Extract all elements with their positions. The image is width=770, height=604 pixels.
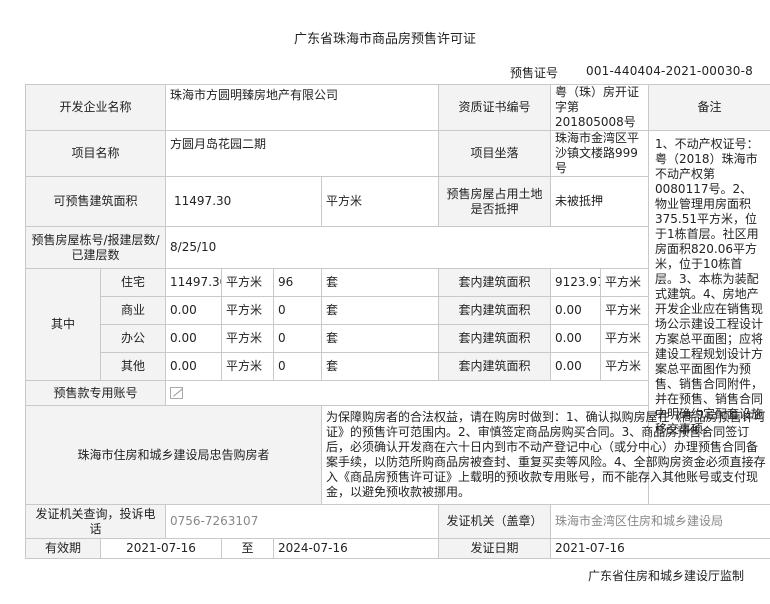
qualification-label: 资质证书编号 [438, 84, 552, 131]
inner-area-label: 套内建筑面积 [438, 352, 552, 381]
inner-area-unit: 平方米 [600, 324, 650, 353]
location-value: 珠海市金湾区平沙镇文楼路999号 [550, 130, 650, 177]
building-value: 8/25/10 [165, 226, 650, 269]
inner-area-unit: 平方米 [600, 296, 650, 325]
area-value: 11497.30 [165, 176, 323, 227]
inner-area-label: 套内建筑面积 [438, 324, 552, 353]
mortgage-value: 未被抵押 [550, 176, 650, 227]
type-area-unit: 平方米 [221, 352, 275, 381]
type-area-unit: 平方米 [221, 268, 275, 297]
inquiry-phone: 0756-7263107 [165, 504, 440, 539]
developer-value: 珠海市方圆明臻房地产有限公司 [165, 84, 440, 131]
type-area-unit: 平方米 [221, 296, 275, 325]
issuer-label: 发证机关（盖章） [438, 504, 552, 539]
inner-area-value: 9123.97 [550, 268, 602, 297]
type-count-unit: 套 [321, 268, 440, 297]
type-name: 住宅 [99, 268, 167, 297]
of-which-label: 其中 [25, 268, 101, 381]
cert-no-label: 预售证号 [510, 66, 559, 80]
notice-label: 珠海市住房和城乡建设局忠告购房者 [24, 405, 323, 505]
account-value [165, 380, 650, 406]
issuer-value: 珠海市金湾区住房和城乡建设局 [550, 504, 770, 539]
notice-text: 为保障购房者的合法权益，请在购房时做到：1、确认拟购房屋在《商品房预售许可证》的… [321, 405, 770, 505]
location-label: 项目坐落 [438, 130, 552, 177]
type-area-unit: 平方米 [221, 324, 275, 353]
issue-date-label: 发证日期 [438, 538, 552, 559]
type-count: 0 [273, 296, 323, 325]
developer-label: 开发企业名称 [24, 84, 167, 131]
remarks-label: 备注 [648, 84, 770, 131]
type-area: 0.00 [165, 352, 223, 381]
valid-to: 2024-07-16 [273, 538, 440, 559]
area-unit: 平方米 [321, 176, 440, 227]
inner-area-label: 套内建筑面积 [438, 296, 552, 325]
type-name: 办公 [99, 324, 167, 353]
inquiry-label: 发证机关查询，投诉电话 [24, 504, 167, 539]
valid-to-label: 至 [221, 538, 275, 559]
type-count: 96 [273, 268, 323, 297]
project-label: 项目名称 [24, 130, 167, 177]
account-label: 预售款专用账号 [24, 380, 167, 406]
project-value: 方圆月岛花园二期 [165, 130, 440, 177]
type-count: 0 [273, 324, 323, 353]
inner-area-value: 0.00 [550, 296, 602, 325]
footer-supervisor: 广东省住房和城乡建设厅监制 [587, 569, 744, 583]
type-name: 其他 [99, 352, 167, 381]
issue-date: 2021-07-16 [550, 538, 770, 559]
type-count: 0 [273, 352, 323, 381]
inner-area-label: 套内建筑面积 [438, 268, 552, 297]
valid-from: 2021-07-16 [99, 538, 223, 559]
inner-area-unit: 平方米 [600, 352, 650, 381]
type-count-unit: 套 [321, 324, 440, 353]
type-area: 11497.30 [165, 268, 223, 297]
building-label: 预售房屋栋号/报建层数/已建层数 [24, 226, 167, 269]
cert-no-value: 001-440404-2021-00030-8 [586, 64, 753, 78]
account-icon [170, 387, 184, 399]
type-count-unit: 套 [321, 296, 440, 325]
qualification-value: 粤（珠）房开证字第201805008号 [550, 84, 650, 131]
type-name: 商业 [99, 296, 167, 325]
page-title: 广东省珠海市商品房预售许可证 [293, 32, 476, 47]
inner-area-value: 0.00 [550, 352, 602, 381]
area-label: 可预售建筑面积 [24, 176, 167, 227]
type-area: 0.00 [165, 296, 223, 325]
inner-area-unit: 平方米 [600, 268, 650, 297]
type-count-unit: 套 [321, 352, 440, 381]
type-area: 0.00 [165, 324, 223, 353]
mortgage-label: 预售房屋占用土地是否抵押 [438, 176, 552, 227]
permit-table: 开发企业名称 珠海市方圆明臻房地产有限公司 资质证书编号 粤（珠）房开证字第20… [24, 84, 770, 559]
inner-area-value: 0.00 [550, 324, 602, 353]
valid-label: 有效期 [25, 538, 101, 559]
